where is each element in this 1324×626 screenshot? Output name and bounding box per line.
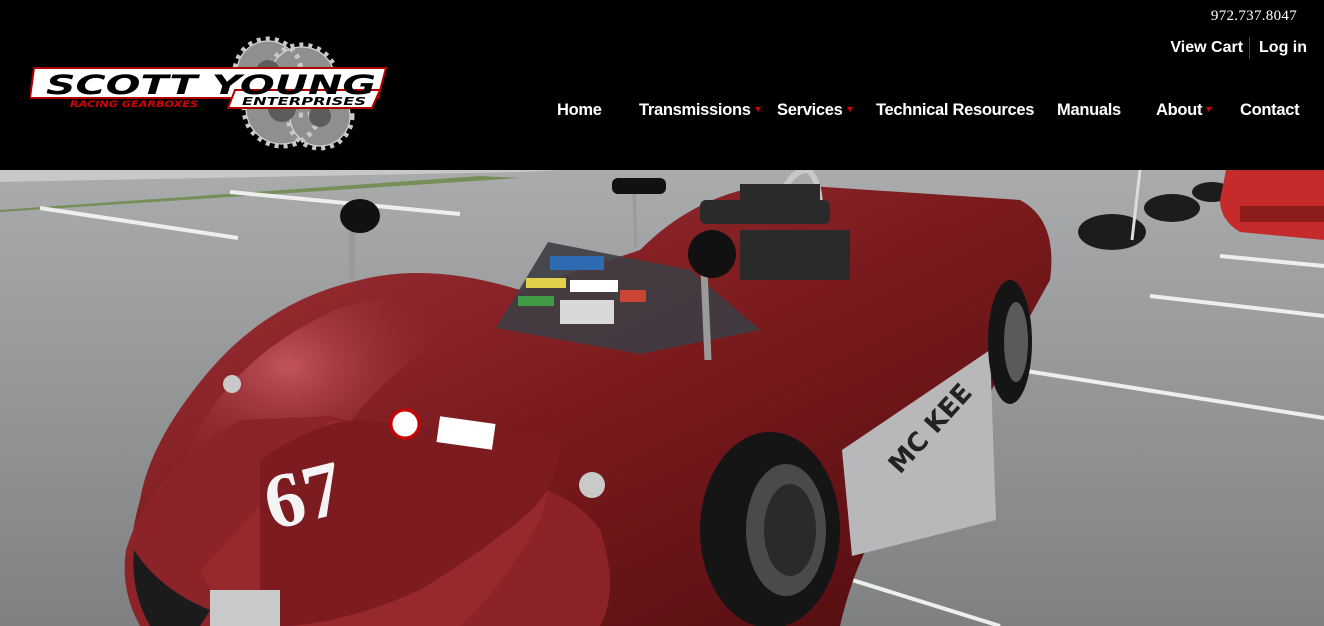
nav-manuals[interactable]: Manuals xyxy=(1057,101,1121,120)
rear-wheel xyxy=(700,432,840,626)
utility-divider xyxy=(1249,37,1251,59)
phone-number[interactable]: 972.737.8047 xyxy=(1211,8,1297,25)
site-logo[interactable]: SCOTT YOUNG ENTERPRISES RACING GEARBOXES xyxy=(30,32,390,152)
caret-down-icon xyxy=(846,107,853,113)
nav-label: Home xyxy=(557,101,602,119)
nav-label: Services xyxy=(777,101,843,119)
front-wheel xyxy=(988,280,1032,404)
nav-about[interactable]: About xyxy=(1156,101,1213,120)
view-cart-link[interactable]: View Cart xyxy=(1170,39,1243,57)
nav-label: Contact xyxy=(1240,101,1300,119)
site-header: 972.737.8047 View Cart Log in SCOTT YOUN… xyxy=(0,0,1324,170)
nav-home[interactable]: Home xyxy=(557,101,602,120)
nav-services[interactable]: Services xyxy=(777,101,853,120)
nav-label: Manuals xyxy=(1057,101,1121,119)
hero-image: MC KEE 67 xyxy=(0,170,1324,626)
nav-label: Technical Resources xyxy=(876,101,1035,119)
login-link[interactable]: Log in xyxy=(1259,39,1307,57)
nav-label: About xyxy=(1156,101,1203,119)
nav-contact[interactable]: Contact xyxy=(1240,101,1300,120)
nav-transmissions[interactable]: Transmissions xyxy=(639,101,761,120)
nav-technical-resources[interactable]: Technical Resources xyxy=(876,101,1034,120)
nav-label: Transmissions xyxy=(639,101,751,119)
main-nav: Home Transmissions Services Technical Re… xyxy=(0,101,1324,125)
utility-links: View Cart Log in xyxy=(1170,37,1307,59)
caret-down-icon xyxy=(754,107,761,113)
race-car-photo: MC KEE 67 xyxy=(0,170,1324,626)
caret-down-icon xyxy=(1206,107,1213,113)
